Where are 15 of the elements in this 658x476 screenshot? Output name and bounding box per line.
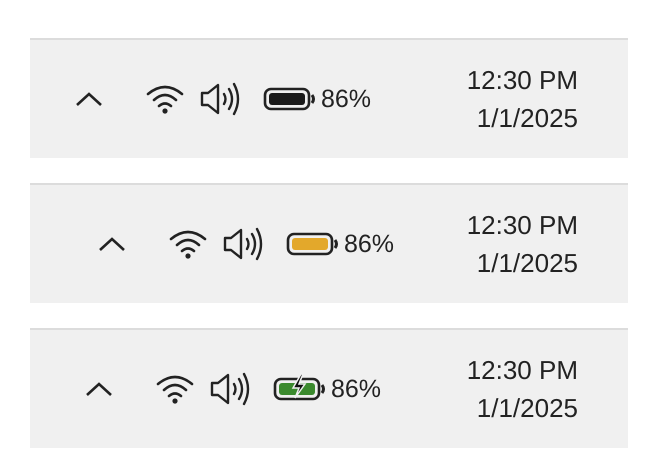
wifi-icon[interactable] <box>155 373 195 405</box>
clock-date: 1/1/2025 <box>476 102 578 135</box>
clock-time: 12:30 PM <box>466 209 578 242</box>
chevron-up-icon[interactable] <box>98 236 126 252</box>
clock-time: 12:30 PM <box>466 354 578 387</box>
clock-time: 12:30 PM <box>466 64 578 97</box>
chevron-up-icon[interactable] <box>75 91 103 107</box>
wifi-icon[interactable] <box>145 83 185 115</box>
clock-date: 1/1/2025 <box>476 392 578 425</box>
battery-percent: 86% <box>321 84 372 114</box>
clock-date: 1/1/2025 <box>476 247 578 280</box>
wifi-icon[interactable] <box>168 228 208 260</box>
battery-percent: 86% <box>344 230 394 258</box>
battery-percent: 86% <box>331 374 382 404</box>
chevron-up-icon[interactable] <box>85 381 113 397</box>
